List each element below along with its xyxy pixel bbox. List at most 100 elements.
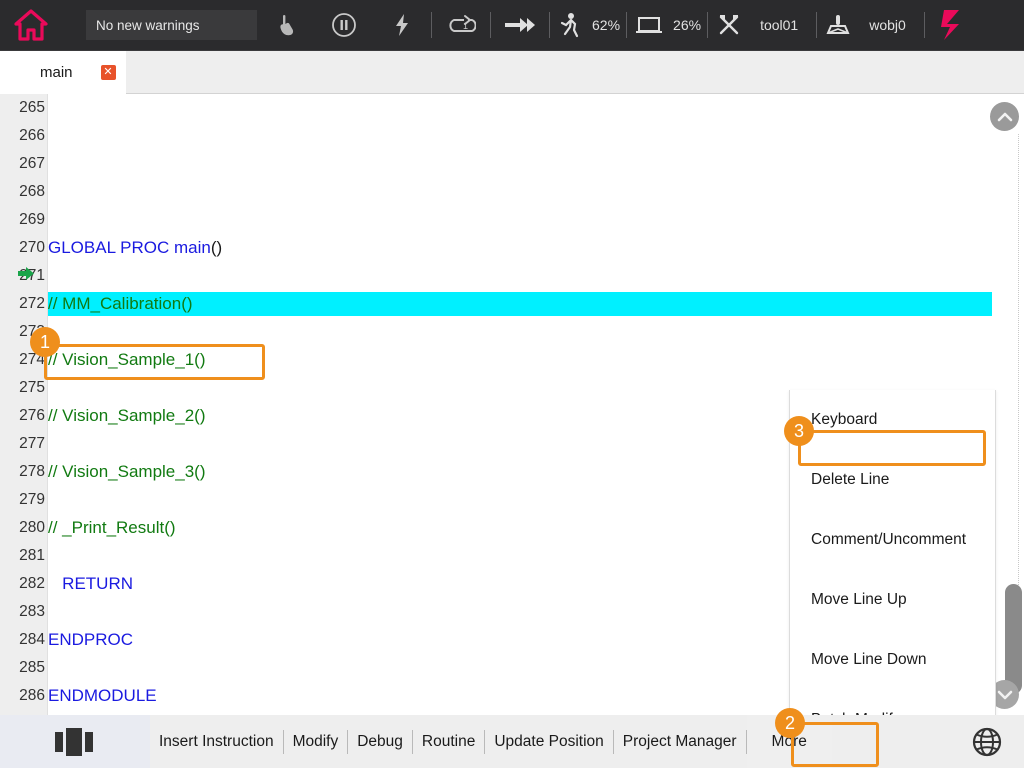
code-line-266[interactable]: 266 <box>0 122 1024 150</box>
bottom-menu-label: Insert Instruction <box>159 733 274 751</box>
svg-text:1: 1 <box>463 21 468 31</box>
code-line-270[interactable]: 270GLOBAL PROC main() <box>0 234 1024 262</box>
screen-value: 26% <box>671 17 707 33</box>
robot-arm-icon <box>938 8 964 42</box>
code-token: // Vision_Sample_3() <box>48 462 206 481</box>
wobj-icon-wrap <box>817 0 859 51</box>
panel-layout-icon <box>53 726 97 758</box>
line-content[interactable]: GLOBAL PROC main() <box>48 238 1024 258</box>
code-line-274[interactable]: 274// Vision_Sample_1() <box>0 346 1024 374</box>
run-mode-button[interactable] <box>491 0 549 51</box>
code-token: ENDPROC <box>48 630 133 649</box>
tab-label: main <box>40 64 73 81</box>
code-token: // Vision_Sample_2() <box>48 406 206 425</box>
context-menu-item-move-line-down[interactable]: Move Line Down <box>790 630 995 690</box>
line-number: 276 <box>0 407 48 425</box>
warning-status-box[interactable]: No new warnings <box>86 10 257 40</box>
bottom-menu-label: Routine <box>422 733 475 751</box>
panel-layout-button[interactable] <box>0 715 150 768</box>
home-icon <box>14 9 48 41</box>
bottom-menu-items[interactable]: Insert Instruction Modify Debug Routine Upda… <box>150 715 950 768</box>
line-number: 275 <box>0 379 48 397</box>
language-button[interactable] <box>950 715 1024 768</box>
code-line-268[interactable]: 268 <box>0 178 1024 206</box>
bottom-insert-instruction-button[interactable]: Insert Instruction <box>150 715 283 768</box>
line-content[interactable]: // Vision_Sample_1() <box>48 350 1024 370</box>
editor-context-menu[interactable]: Keyboard Delete Line Comment/Uncomment Move… <box>789 390 996 715</box>
code-line-267[interactable]: 267 <box>0 150 1024 178</box>
bottom-menu-label: Modify <box>293 733 339 751</box>
bottom-menu-label: Update Position <box>494 733 603 751</box>
speed-value: 62% <box>590 17 626 33</box>
application-window: No new warnings 1 <box>0 0 1024 768</box>
speed-indicator[interactable]: 62% <box>550 0 626 51</box>
wrench-screwdriver-icon <box>717 13 741 37</box>
tool-icon-wrap <box>708 0 750 51</box>
bottom-project-manager-button[interactable]: Project Manager <box>614 715 746 768</box>
line-number: 272 <box>0 295 48 313</box>
line-number: 286 <box>0 687 48 705</box>
hand-pointer-button[interactable] <box>257 0 315 51</box>
step-forward-icon <box>503 15 537 35</box>
screen-indicator[interactable]: 26% <box>627 0 707 51</box>
tool-value: tool01 <box>750 17 816 33</box>
home-button[interactable] <box>0 0 62 51</box>
line-number: 284 <box>0 631 48 649</box>
bottom-routine-button[interactable]: Routine <box>413 715 484 768</box>
lightning-bolt-icon <box>393 12 411 38</box>
scroll-up-button[interactable] <box>990 102 1019 131</box>
context-menu-item-label: Keyboard <box>811 411 877 429</box>
close-icon[interactable]: ✕ <box>101 65 116 80</box>
chevron-down-icon <box>997 690 1013 700</box>
context-menu-item-label: Move Line Down <box>811 651 926 669</box>
tab-main[interactable]: main ✕ <box>0 51 126 94</box>
bottom-modify-button[interactable]: Modify <box>284 715 348 768</box>
line-number: 283 <box>0 603 48 621</box>
bottom-menu-label: Project Manager <box>623 733 737 751</box>
code-token: // Vision_Sample_1() <box>48 350 206 369</box>
power-button[interactable] <box>373 0 431 51</box>
line-number: 278 <box>0 463 48 481</box>
cycle-once-icon: 1 <box>446 14 476 36</box>
context-menu-item-delete-line[interactable]: Delete Line <box>790 450 995 510</box>
speed-icon-wrap <box>550 0 590 51</box>
code-editor[interactable]: 265266267268269270GLOBAL PROC main()2712… <box>0 94 1024 715</box>
pause-button[interactable] <box>315 0 373 51</box>
code-token: // _Print_Result() <box>48 518 176 537</box>
code-line-269[interactable]: 269 <box>0 206 1024 234</box>
context-menu-item-move-line-up[interactable]: Move Line Up <box>790 570 995 630</box>
code-token: () <box>211 238 222 257</box>
bottom-debug-button[interactable]: Debug <box>348 715 412 768</box>
line-number: 267 <box>0 155 48 173</box>
line-content[interactable]: // MM_Calibration() <box>48 294 1024 314</box>
monitor-icon <box>635 14 663 36</box>
code-token: // MM_Calibration() <box>48 294 193 313</box>
context-menu-item-label: Comment/Uncomment <box>811 531 966 549</box>
code-line-273[interactable]: 273 <box>0 318 1024 346</box>
line-number: 265 <box>0 99 48 117</box>
context-menu-item-comment-uncomment[interactable]: Comment/Uncomment <box>790 510 995 570</box>
robot-status-button[interactable] <box>925 0 977 51</box>
editor-tab-bar: main ✕ <box>0 51 1024 94</box>
code-token: GLOBAL PROC main <box>48 238 211 257</box>
cycle-mode-button[interactable]: 1 <box>432 0 490 51</box>
line-number: 280 <box>0 519 48 537</box>
bottom-update-position-button[interactable]: Update Position <box>485 715 612 768</box>
line-number: 282 <box>0 575 48 593</box>
code-line-265[interactable]: 265 <box>0 94 1024 122</box>
code-token: RETURN <box>48 574 133 593</box>
work-object-icon <box>825 12 851 38</box>
top-status-bar: No new warnings 1 <box>0 0 1024 51</box>
tool-indicator[interactable]: tool01 <box>708 0 816 51</box>
context-menu-item-batch-modify[interactable]: Batch Modify <box>790 690 995 715</box>
workobject-indicator[interactable]: wobj0 <box>817 0 924 51</box>
context-menu-item-label: Move Line Up <box>811 591 907 609</box>
line-number: 285 <box>0 659 48 677</box>
wobj-value: wobj0 <box>859 17 924 33</box>
vertical-scrollbar-thumb[interactable] <box>1005 584 1022 694</box>
context-menu-item-keyboard[interactable]: Keyboard <box>790 390 995 450</box>
code-line-272[interactable]: 272// MM_Calibration() <box>0 290 1024 318</box>
warning-text: No new warnings <box>96 18 200 33</box>
hand-pointer-icon <box>276 13 296 37</box>
code-line-271[interactable]: 271 <box>0 262 1024 290</box>
